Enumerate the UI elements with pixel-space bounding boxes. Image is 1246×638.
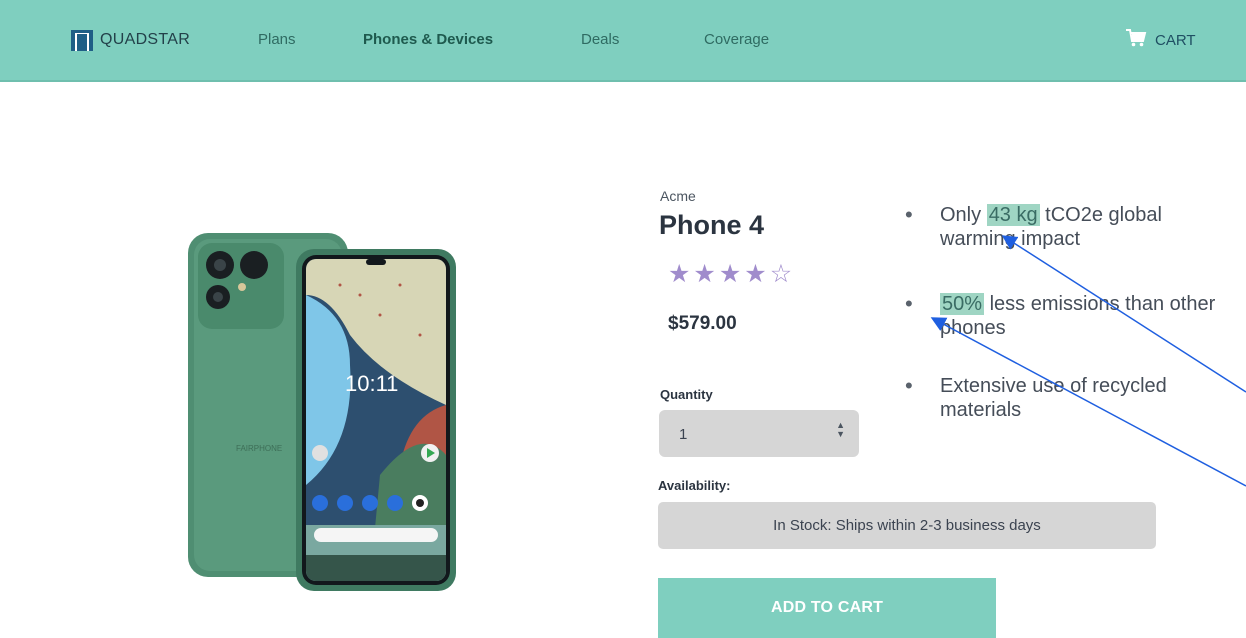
highlight-text: Extensive use of recycled materials — [940, 375, 1167, 421]
highlight-mark: 43 kg — [986, 204, 1040, 226]
quantity-label: Quantity — [660, 387, 713, 402]
cart-button[interactable]: CART — [1125, 28, 1196, 53]
star-icon-filled: ★ — [693, 260, 716, 288]
availability-status: In Stock: Ships within 2-3 business days — [658, 502, 1156, 549]
cart-label: CART — [1155, 32, 1196, 49]
star-icon-filled: ★ — [718, 260, 742, 288]
quantity-value: 1 — [679, 426, 688, 443]
star-icon-filled: ★ — [668, 260, 691, 288]
product-image[interactable]: FAIRPHONE 10:11 — [180, 225, 470, 595]
product-title: Phone 4 — [659, 210, 765, 240]
bullet-icon: • — [905, 373, 913, 398]
bullet-icon: • — [905, 291, 913, 316]
quantity-select[interactable]: 1 ▲ ▼ — [659, 410, 859, 457]
rating-stars: ★ ★ ★ ★ ☆ — [668, 260, 792, 288]
brand-logo[interactable]: QUADSTAR — [70, 28, 190, 52]
availability-label: Availability: — [658, 478, 731, 493]
bullet-icon: • — [905, 202, 913, 227]
nav-coverage[interactable]: Coverage — [704, 31, 769, 48]
updown-arrows-icon: ▲ ▼ — [836, 420, 845, 439]
brand-name: QUADSTAR — [100, 31, 191, 48]
nav-plans[interactable]: Plans — [258, 31, 296, 48]
star-icon-filled: ★ — [744, 260, 767, 288]
nav-deals[interactable]: Deals — [581, 31, 619, 48]
quadstar-logo-icon — [70, 28, 94, 52]
phone-clock-text: 10:11 — [345, 371, 398, 396]
highlight-mark: 50% — [940, 293, 985, 315]
phone-logo-text: FAIRPHONE — [236, 444, 282, 453]
star-icon-empty: ☆ — [769, 260, 793, 288]
product-price: $579.00 — [668, 313, 737, 334]
nav-phones-devices[interactable]: Phones & Devices — [363, 31, 493, 48]
product-brand: Acme — [660, 188, 696, 204]
top-navigation-bar: QUADSTAR Plans Phones & Devices Deals Co… — [0, 0, 1246, 82]
highlight-before: Only — [940, 204, 987, 226]
cart-icon — [1125, 28, 1147, 53]
add-to-cart-button[interactable]: ADD TO CART — [658, 578, 996, 638]
